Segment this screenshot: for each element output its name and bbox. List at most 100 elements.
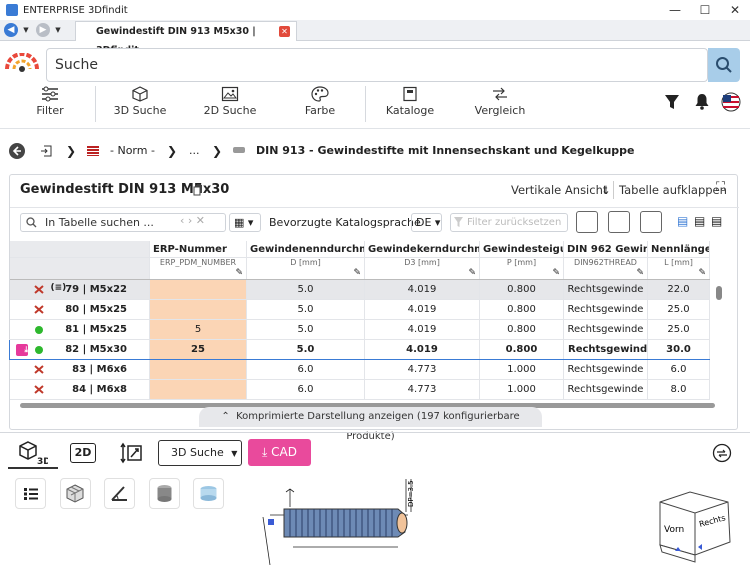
close-icon[interactable]: ✕ xyxy=(720,0,750,20)
chevron-down-icon[interactable]: ▼ xyxy=(51,23,65,37)
forward-icon[interactable]: ▶ xyxy=(36,23,50,37)
column-header[interactable]: Gewindesteigu... xyxy=(479,241,564,258)
unavailable-icon xyxy=(33,284,44,294)
search-input[interactable]: Suche xyxy=(46,48,708,82)
list-icon[interactable]: (≡) xyxy=(51,283,67,293)
kataloge-button[interactable]: Kataloge xyxy=(380,86,440,117)
table-row[interactable]: (≡) 79 | M5x22 5.0 4.019 0.800 Rechtsgewi… xyxy=(9,279,710,300)
cube-3d-icon: 3D xyxy=(19,441,51,467)
expand-table-button[interactable]: Tabelle aufklappen xyxy=(619,183,727,197)
database-button[interactable] xyxy=(608,211,630,233)
chevron-down-icon[interactable]: ▼ xyxy=(19,23,33,37)
column-filter-edit-icon[interactable]: ✎ xyxy=(563,267,648,280)
column-filter-edit-icon[interactable]: ✎ xyxy=(364,267,480,280)
tool-measure[interactable] xyxy=(104,478,135,509)
dimension-label: DP=3.5 xyxy=(407,480,415,507)
tab-2d[interactable]: 2D xyxy=(70,443,96,463)
vertical-scrollbar[interactable] xyxy=(716,286,722,300)
column-header[interactable]: ERP-Nummer xyxy=(149,241,247,258)
window-titlebar: ENTERPRISE 3Dfindit — ☐ ✕ xyxy=(0,0,750,20)
export-button[interactable] xyxy=(576,211,598,233)
back-circle-icon[interactable] xyxy=(8,142,26,160)
filter-funnel-icon xyxy=(454,217,463,227)
fullscreen-icon[interactable]: ⛶ xyxy=(716,180,725,195)
cell-erp[interactable]: 25 xyxy=(149,338,247,360)
copy-icon[interactable] xyxy=(193,184,203,196)
search-icon xyxy=(716,57,732,73)
vergleich-button[interactable]: Vergleich xyxy=(470,86,530,117)
back-icon[interactable]: ◀ xyxy=(4,23,18,37)
cell-erp[interactable] xyxy=(149,299,247,320)
view-normal-icon[interactable]: ▤ xyxy=(694,214,705,228)
compare-icon xyxy=(493,87,507,101)
screw-3d-model[interactable]: DP=3.5 xyxy=(258,477,428,577)
cell-erp[interactable]: 5 xyxy=(149,319,247,340)
cell-p: 0.800 xyxy=(479,279,564,300)
column-header[interactable]: Gewindenenndurchme... xyxy=(246,241,365,258)
table-row[interactable]: 81 | M5x25 5 5.0 4.019 0.800 Rechtsgewin… xyxy=(9,319,710,340)
suche2d-label: 2D Suche xyxy=(203,104,257,117)
cell-erp[interactable] xyxy=(149,279,247,300)
table-row-selected[interactable]: ⤓ 82 | M5x30 25 5.0 4.019 0.800 Rechtsgew… xyxy=(9,338,710,360)
tool-list[interactable] xyxy=(15,478,46,509)
available-dot-icon xyxy=(34,325,43,334)
search-button[interactable] xyxy=(708,48,740,82)
search-mode-select[interactable]: 3D Suche ▼ xyxy=(158,440,242,466)
view-cube[interactable]: Vorn Rechts xyxy=(650,487,738,575)
tab-3d[interactable]: 3D xyxy=(8,439,58,469)
download-icon[interactable]: ⤓ xyxy=(16,343,28,356)
suche3d-button[interactable]: 3D Suche xyxy=(110,86,170,117)
reset-filter-button[interactable]: Filter zurücksetzen xyxy=(450,213,568,232)
image-icon xyxy=(221,86,239,102)
table-settings-dropdown[interactable]: ▦ ▾ xyxy=(229,213,261,232)
cube-icon xyxy=(132,86,148,102)
tool-section[interactable] xyxy=(193,478,224,509)
breadcrumb-norm[interactable]: - Norm - xyxy=(110,144,155,157)
notification-bell-icon[interactable] xyxy=(694,93,710,110)
search-nav-icons[interactable]: ‹ › ✕ xyxy=(180,214,205,227)
view-compact-icon[interactable]: ▤ xyxy=(677,214,688,228)
breadcrumb-ellipsis[interactable]: ... xyxy=(189,144,200,157)
column-filter-edit-icon[interactable]: ✎ xyxy=(647,267,710,280)
compare-circle-icon[interactable] xyxy=(712,443,732,463)
chevron-right-icon: ❯ xyxy=(66,144,77,158)
column-sub: DIN962THREAD xyxy=(563,257,648,267)
cell-l: 25.0 xyxy=(647,319,710,340)
cad-download-button[interactable]: ⤓ CAD xyxy=(248,439,311,466)
view-large-icon[interactable]: ▤ xyxy=(711,214,722,228)
section-icon xyxy=(200,486,217,501)
column-filter-edit-icon[interactable]: ✎ xyxy=(479,267,564,280)
tool-mesh[interactable] xyxy=(60,478,91,509)
column-header[interactable]: DIN 962 Gewin... xyxy=(563,241,648,258)
maximize-icon[interactable]: ☐ xyxy=(690,0,720,20)
farbe-button[interactable]: Farbe xyxy=(300,86,340,117)
cell-d: 5.0 xyxy=(246,299,365,320)
column-filter-edit-icon[interactable]: ✎ xyxy=(246,267,365,280)
vergleich-label: Vergleich xyxy=(474,104,526,117)
export-db-button[interactable] xyxy=(640,211,662,233)
column-sub: L [mm] xyxy=(647,257,710,267)
list-icon xyxy=(24,488,38,500)
tab-document[interactable]: Gewindestift DIN 913 M5x30 | 3Dfindit ✕ xyxy=(75,21,297,56)
column-sub: ERP_PDM_NUMBER xyxy=(149,257,247,267)
filter-funnel-icon[interactable] xyxy=(664,94,680,110)
filter-button[interactable]: Filter xyxy=(30,86,70,117)
close-tab-icon[interactable]: ✕ xyxy=(279,26,290,37)
suche2d-button[interactable]: 2D Suche xyxy=(200,86,260,117)
cell-erp[interactable] xyxy=(149,359,247,380)
language-select[interactable]: DE ▾ xyxy=(411,213,442,232)
column-header[interactable]: Gewindekerndurchme... xyxy=(364,241,480,258)
column-header[interactable]: Nennlänge xyxy=(647,241,710,258)
minimize-icon[interactable]: — xyxy=(660,0,690,20)
table-row[interactable]: 84 | M6x8 6.0 4.773 1.000 Rechtsgewinde … xyxy=(9,379,710,400)
compressed-view-toggle[interactable]: ⌃ Komprimierte Darstellung anzeigen (197… xyxy=(199,407,542,442)
open-external-icon[interactable] xyxy=(40,145,52,157)
table-row[interactable]: 80 | M5x25 5.0 4.019 0.800 Rechtsgewinde… xyxy=(9,299,710,320)
vertical-view-button[interactable]: Vertikale Ansicht xyxy=(511,183,607,197)
language-flag-icon[interactable] xyxy=(721,92,741,112)
measure-icon[interactable] xyxy=(120,442,144,464)
table-row[interactable]: 83 | M6x6 6.0 4.773 1.000 Rechtsgewinde … xyxy=(9,359,710,380)
tool-cylinder[interactable] xyxy=(149,478,180,509)
column-filter-edit-icon[interactable]: ✎ xyxy=(149,267,247,280)
cell-erp[interactable] xyxy=(149,379,247,400)
